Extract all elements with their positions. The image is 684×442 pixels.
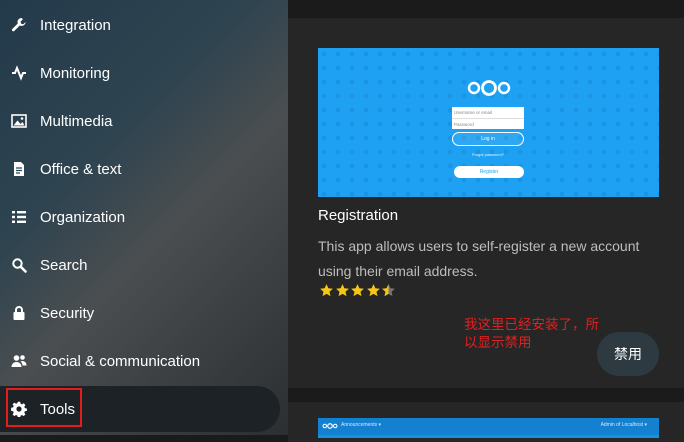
- screenshot-menu-label: Announcements ▾: [341, 422, 382, 428]
- forgot-password-link: Forgot password?: [471, 152, 504, 157]
- app-screenshot: Username or email Password Log in Forgot…: [318, 48, 659, 197]
- app-description: This app allows users to self-register a…: [318, 238, 640, 279]
- sidebar-item-monitoring[interactable]: Monitoring: [0, 50, 280, 96]
- sidebar-item-label: Organization: [40, 208, 126, 226]
- gear-icon: [10, 400, 28, 418]
- sidebar-item-security[interactable]: Security: [0, 290, 280, 336]
- star-icon: [335, 284, 349, 297]
- sidebar-item-integration[interactable]: Integration: [0, 2, 280, 48]
- nextcloud-logo: [467, 80, 511, 96]
- search-icon: [10, 256, 28, 274]
- sidebar-item-organization[interactable]: Organization: [0, 194, 280, 240]
- star-icon: [366, 284, 380, 297]
- app-card-next: Announcements ▾ Admin of Localhost ▾: [288, 402, 684, 442]
- sidebar-item-label: Security: [40, 304, 95, 322]
- app-card-registration: Username or email Password Log in Forgot…: [288, 18, 684, 388]
- sidebar-item-social-communication[interactable]: Social & communication: [0, 338, 280, 384]
- pulse-icon: [10, 64, 28, 82]
- sidebar-item-label: Office & text: [40, 160, 122, 178]
- screenshot-header-bar: Announcements ▾ Admin of Localhost ▾: [318, 418, 659, 435]
- app-rating: [319, 283, 397, 298]
- screenshot-user-label: Admin of Localhost ▾: [600, 422, 647, 428]
- register-button: Register: [454, 166, 524, 178]
- install-note-annotation: 我这里已经安装了，所以显示禁用: [464, 317, 599, 350]
- sidebar-item-label: Integration: [40, 16, 111, 34]
- password-field: Password: [452, 118, 524, 129]
- sidebar-item-tools[interactable]: Tools: [0, 386, 280, 432]
- star-icon: [320, 284, 333, 297]
- sidebar-item-label: Search: [40, 256, 88, 274]
- app-screenshot: Announcements ▾ Admin of Localhost ▾: [318, 418, 659, 438]
- people-icon: [10, 352, 28, 370]
- document-icon: [10, 160, 28, 178]
- wrench-icon: [10, 16, 28, 34]
- list-icon: [10, 208, 28, 226]
- username-field: Username or email: [454, 110, 493, 115]
- nextcloud-logo: [322, 423, 338, 429]
- lock-icon: [10, 304, 28, 322]
- app-title: Registration: [318, 207, 399, 224]
- image-icon: [10, 112, 28, 130]
- sidebar-item-label: Monitoring: [40, 64, 111, 82]
- sidebar-item-office-text[interactable]: Office & text: [0, 146, 280, 192]
- app-categories-sidebar: Integration Monitoring Multimedia Office…: [0, 0, 288, 435]
- app-detail-panel: Username or email Password Log in Forgot…: [288, 0, 684, 442]
- sidebar-item-search[interactable]: Search: [0, 242, 280, 288]
- sidebar-item-label: Social & communication: [40, 352, 201, 370]
- sidebar-item-label: Multimedia: [40, 112, 113, 130]
- sidebar-item-label: Tools: [40, 400, 76, 418]
- star-icon: [351, 284, 364, 297]
- login-button: Log in: [452, 132, 524, 146]
- login-form: Username or email Password: [452, 107, 524, 129]
- sidebar-item-multimedia[interactable]: Multimedia: [0, 98, 280, 144]
- half-star-icon: [382, 284, 395, 297]
- disable-button[interactable]: 禁用: [597, 332, 659, 376]
